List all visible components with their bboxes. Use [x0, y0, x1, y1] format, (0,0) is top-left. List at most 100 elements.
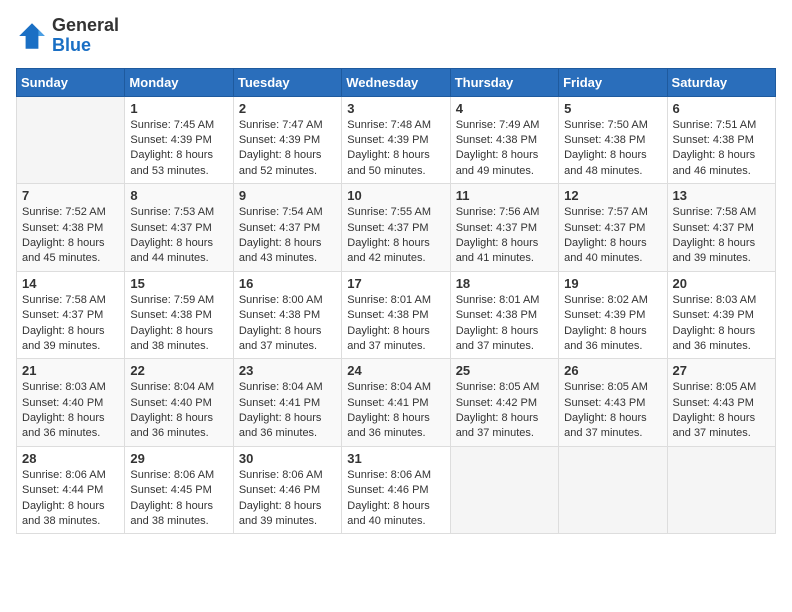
- day-number: 8: [130, 188, 227, 203]
- calendar-week-5: 28 Sunrise: 8:06 AM Sunset: 4:44 PM Dayl…: [17, 446, 776, 534]
- sunrise: Sunrise: 7:48 AM: [347, 119, 431, 131]
- daylight-label: Daylight: 8 hours and 52 minutes.: [239, 149, 322, 176]
- day-number: 9: [239, 188, 336, 203]
- day-number: 18: [456, 276, 553, 291]
- sunset: Sunset: 4:44 PM: [22, 484, 103, 496]
- sunset: Sunset: 4:45 PM: [130, 484, 211, 496]
- daylight-label: Daylight: 8 hours and 36 minutes.: [673, 325, 756, 352]
- calendar-week-1: 1 Sunrise: 7:45 AM Sunset: 4:39 PM Dayli…: [17, 96, 776, 184]
- calendar-cell: 19 Sunrise: 8:02 AM Sunset: 4:39 PM Dayl…: [559, 271, 667, 359]
- calendar-cell: 9 Sunrise: 7:54 AM Sunset: 4:37 PM Dayli…: [233, 184, 341, 272]
- day-info: Sunrise: 8:06 AM Sunset: 4:46 PM Dayligh…: [239, 468, 336, 530]
- day-number: 21: [22, 363, 119, 378]
- sunset: Sunset: 4:39 PM: [347, 134, 428, 146]
- daylight-label: Daylight: 8 hours and 37 minutes.: [239, 325, 322, 352]
- sunrise: Sunrise: 7:49 AM: [456, 119, 540, 131]
- calendar-cell: 6 Sunrise: 7:51 AM Sunset: 4:38 PM Dayli…: [667, 96, 775, 184]
- sunrise: Sunrise: 8:06 AM: [347, 469, 431, 481]
- sunrise: Sunrise: 8:05 AM: [673, 381, 757, 393]
- calendar-cell: [17, 96, 125, 184]
- logo-icon: [16, 20, 48, 52]
- day-number: 22: [130, 363, 227, 378]
- day-info: Sunrise: 7:45 AM Sunset: 4:39 PM Dayligh…: [130, 118, 227, 180]
- day-header-tuesday: Tuesday: [233, 68, 341, 96]
- daylight-label: Daylight: 8 hours and 41 minutes.: [456, 237, 539, 264]
- sunset: Sunset: 4:37 PM: [456, 222, 537, 234]
- day-info: Sunrise: 8:05 AM Sunset: 4:43 PM Dayligh…: [673, 380, 770, 442]
- sunrise: Sunrise: 8:04 AM: [347, 381, 431, 393]
- calendar-cell: 31 Sunrise: 8:06 AM Sunset: 4:46 PM Dayl…: [342, 446, 450, 534]
- calendar-cell: 4 Sunrise: 7:49 AM Sunset: 4:38 PM Dayli…: [450, 96, 558, 184]
- sunset: Sunset: 4:37 PM: [673, 222, 754, 234]
- sunset: Sunset: 4:37 PM: [239, 222, 320, 234]
- sunset: Sunset: 4:46 PM: [239, 484, 320, 496]
- daylight-label: Daylight: 8 hours and 40 minutes.: [564, 237, 647, 264]
- calendar-cell: 10 Sunrise: 7:55 AM Sunset: 4:37 PM Dayl…: [342, 184, 450, 272]
- day-info: Sunrise: 7:56 AM Sunset: 4:37 PM Dayligh…: [456, 205, 553, 267]
- logo-text: General Blue: [52, 16, 119, 56]
- page-header: General Blue: [16, 16, 776, 56]
- day-info: Sunrise: 7:54 AM Sunset: 4:37 PM Dayligh…: [239, 205, 336, 267]
- day-number: 12: [564, 188, 661, 203]
- calendar-week-4: 21 Sunrise: 8:03 AM Sunset: 4:40 PM Dayl…: [17, 359, 776, 447]
- calendar-cell: [450, 446, 558, 534]
- calendar-cell: 17 Sunrise: 8:01 AM Sunset: 4:38 PM Dayl…: [342, 271, 450, 359]
- day-header-thursday: Thursday: [450, 68, 558, 96]
- calendar-cell: 7 Sunrise: 7:52 AM Sunset: 4:38 PM Dayli…: [17, 184, 125, 272]
- sunset: Sunset: 4:42 PM: [456, 397, 537, 409]
- daylight-label: Daylight: 8 hours and 38 minutes.: [22, 500, 105, 527]
- day-number: 23: [239, 363, 336, 378]
- sunset: Sunset: 4:39 PM: [564, 309, 645, 321]
- sunset: Sunset: 4:39 PM: [673, 309, 754, 321]
- sunset: Sunset: 4:40 PM: [130, 397, 211, 409]
- sunrise: Sunrise: 7:58 AM: [673, 206, 757, 218]
- day-info: Sunrise: 8:00 AM Sunset: 4:38 PM Dayligh…: [239, 293, 336, 355]
- day-info: Sunrise: 8:04 AM Sunset: 4:40 PM Dayligh…: [130, 380, 227, 442]
- sunset: Sunset: 4:37 PM: [347, 222, 428, 234]
- day-number: 17: [347, 276, 444, 291]
- calendar-cell: 16 Sunrise: 8:00 AM Sunset: 4:38 PM Dayl…: [233, 271, 341, 359]
- day-header-saturday: Saturday: [667, 68, 775, 96]
- sunrise: Sunrise: 8:05 AM: [456, 381, 540, 393]
- sunset: Sunset: 4:41 PM: [347, 397, 428, 409]
- calendar-cell: 2 Sunrise: 7:47 AM Sunset: 4:39 PM Dayli…: [233, 96, 341, 184]
- sunset: Sunset: 4:37 PM: [22, 309, 103, 321]
- day-info: Sunrise: 8:01 AM Sunset: 4:38 PM Dayligh…: [456, 293, 553, 355]
- sunset: Sunset: 4:39 PM: [130, 134, 211, 146]
- daylight-label: Daylight: 8 hours and 36 minutes.: [347, 412, 430, 439]
- calendar-cell: 22 Sunrise: 8:04 AM Sunset: 4:40 PM Dayl…: [125, 359, 233, 447]
- day-number: 11: [456, 188, 553, 203]
- daylight-label: Daylight: 8 hours and 37 minutes.: [456, 412, 539, 439]
- day-number: 19: [564, 276, 661, 291]
- day-number: 10: [347, 188, 444, 203]
- calendar-cell: 12 Sunrise: 7:57 AM Sunset: 4:37 PM Dayl…: [559, 184, 667, 272]
- sunrise: Sunrise: 7:56 AM: [456, 206, 540, 218]
- logo: General Blue: [16, 16, 119, 56]
- calendar-cell: 18 Sunrise: 8:01 AM Sunset: 4:38 PM Dayl…: [450, 271, 558, 359]
- sunset: Sunset: 4:41 PM: [239, 397, 320, 409]
- daylight-label: Daylight: 8 hours and 39 minutes.: [239, 500, 322, 527]
- sunrise: Sunrise: 8:06 AM: [130, 469, 214, 481]
- sunset: Sunset: 4:38 PM: [239, 309, 320, 321]
- day-info: Sunrise: 7:57 AM Sunset: 4:37 PM Dayligh…: [564, 205, 661, 267]
- sunset: Sunset: 4:37 PM: [564, 222, 645, 234]
- daylight-label: Daylight: 8 hours and 36 minutes.: [564, 325, 647, 352]
- calendar-cell: 21 Sunrise: 8:03 AM Sunset: 4:40 PM Dayl…: [17, 359, 125, 447]
- daylight-label: Daylight: 8 hours and 46 minutes.: [673, 149, 756, 176]
- day-number: 3: [347, 101, 444, 116]
- calendar-week-3: 14 Sunrise: 7:58 AM Sunset: 4:37 PM Dayl…: [17, 271, 776, 359]
- day-info: Sunrise: 8:05 AM Sunset: 4:42 PM Dayligh…: [456, 380, 553, 442]
- calendar-cell: 13 Sunrise: 7:58 AM Sunset: 4:37 PM Dayl…: [667, 184, 775, 272]
- daylight-label: Daylight: 8 hours and 40 minutes.: [347, 500, 430, 527]
- day-info: Sunrise: 7:53 AM Sunset: 4:37 PM Dayligh…: [130, 205, 227, 267]
- calendar-cell: 26 Sunrise: 8:05 AM Sunset: 4:43 PM Dayl…: [559, 359, 667, 447]
- day-number: 14: [22, 276, 119, 291]
- calendar-cell: 23 Sunrise: 8:04 AM Sunset: 4:41 PM Dayl…: [233, 359, 341, 447]
- sunrise: Sunrise: 7:50 AM: [564, 119, 648, 131]
- day-number: 28: [22, 451, 119, 466]
- day-info: Sunrise: 7:51 AM Sunset: 4:38 PM Dayligh…: [673, 118, 770, 180]
- daylight-label: Daylight: 8 hours and 36 minutes.: [239, 412, 322, 439]
- day-info: Sunrise: 7:49 AM Sunset: 4:38 PM Dayligh…: [456, 118, 553, 180]
- sunrise: Sunrise: 7:55 AM: [347, 206, 431, 218]
- sunrise: Sunrise: 8:00 AM: [239, 294, 323, 306]
